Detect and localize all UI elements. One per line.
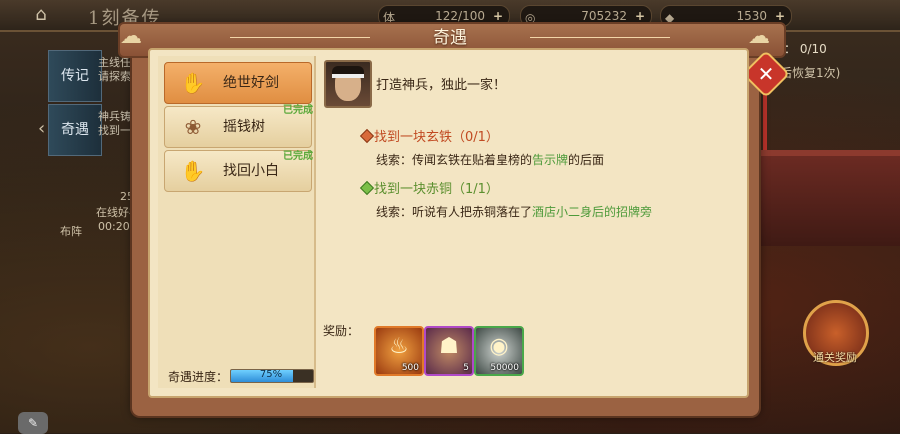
- list-item-label: 绝世好剑: [223, 75, 279, 91]
- clue-text: 的后面: [568, 153, 605, 167]
- task-title-1: 找到一块玄铁（0/1）: [374, 130, 499, 145]
- sack-icon: ☗: [439, 334, 459, 359]
- reward-silver-coin[interactable]: ◉ 50000: [474, 326, 524, 376]
- list-item-label: 找回小白: [223, 163, 279, 179]
- progress-label: 奇遇进度：: [168, 370, 229, 384]
- clue-highlight[interactable]: 告示牌: [532, 153, 568, 167]
- progress-text: 75%: [259, 369, 283, 380]
- hand-icon: ✋: [180, 71, 206, 95]
- clue-highlight[interactable]: 酒店小二身后的招牌旁: [532, 205, 652, 219]
- formation-label[interactable]: 布阵: [60, 225, 82, 239]
- clue-text: 线索：传闻玄铁在贴着皇榜的: [376, 153, 533, 167]
- chat-icon[interactable]: ✎: [18, 412, 48, 434]
- tassel-decoration: [763, 90, 767, 150]
- reward-count: 5: [463, 363, 469, 373]
- cloud-ornament-icon: ☁: [748, 24, 770, 49]
- tree-icon: ❀: [184, 115, 202, 139]
- dialog-title: 奇遇: [433, 28, 467, 48]
- attempt-value: 0/10: [799, 42, 827, 56]
- silver-coin-icon: ◉: [489, 334, 509, 359]
- home-icon[interactable]: ⌂: [28, 4, 54, 26]
- recover-text: 后恢复1次): [780, 66, 841, 80]
- reward-count: 500: [401, 363, 419, 373]
- fire-token-icon: ♨: [389, 334, 409, 359]
- completed-tag: 已完成: [283, 105, 313, 116]
- chevron-left-icon[interactable]: ‹: [38, 118, 45, 139]
- reward-count: 50000: [490, 363, 519, 373]
- tab-biography[interactable]: 传记: [48, 50, 102, 102]
- reward-fire-token[interactable]: ♨ 500: [374, 326, 424, 376]
- completed-tag: 已完成: [283, 151, 313, 162]
- reward-label: 奖励：: [323, 324, 360, 338]
- stage-award-label: 通关奖励: [813, 351, 857, 364]
- npc-portrait: [324, 60, 372, 108]
- task-clue-2: 线索：听说有人把赤铜落在了酒店小二身后的招牌旁: [376, 203, 652, 220]
- clue-text: 线索：听说有人把赤铜落在了: [376, 205, 533, 219]
- close-icon[interactable]: ✕: [749, 57, 783, 91]
- tab-adventure[interactable]: 奇遇: [48, 104, 102, 156]
- reward-sack[interactable]: ☗ 5: [424, 326, 474, 376]
- task-title-2: 找到一块赤铜（1/1）: [374, 182, 499, 197]
- list-item-sword[interactable]: ✋ 绝世好剑: [164, 62, 312, 104]
- hand-icon: ✋: [180, 159, 206, 183]
- market-stall: [760, 150, 900, 246]
- list-item-label: 摇钱树: [223, 119, 265, 135]
- npc-dialogue: 打造神兵，独此一家！: [376, 78, 507, 93]
- npc-headband: [332, 74, 364, 78]
- adventure-text-1: 神兵铸: [98, 110, 131, 123]
- task-clue-1: 线索：传闻玄铁在贴着皇榜的告示牌的后面: [376, 151, 604, 168]
